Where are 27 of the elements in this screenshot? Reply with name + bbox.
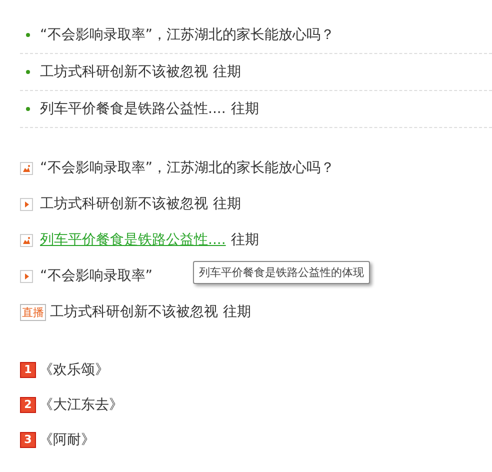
- bullet-icon: [26, 107, 30, 111]
- news-link[interactable]: 工坊式科研创新不该被忽视: [40, 63, 208, 81]
- archive-link[interactable]: 往期: [230, 100, 259, 118]
- news-link[interactable]: “不会影响录取率”，江苏湖北的家长能放心吗？: [40, 159, 335, 177]
- ranking-link[interactable]: 《欢乐颂》: [39, 360, 109, 378]
- ranking-link[interactable]: 《阿耐》: [39, 430, 95, 448]
- image-icon: [20, 162, 33, 174]
- live-badge: 直播: [20, 304, 46, 320]
- tooltip: 列车平价餐食是铁路公益性的体现: [193, 261, 370, 284]
- rank-badge: 3: [20, 432, 36, 448]
- archive-link[interactable]: 往期: [213, 195, 241, 213]
- play-icon: [20, 270, 33, 282]
- archive-link[interactable]: 往期: [223, 303, 251, 321]
- archive-link[interactable]: 往期: [213, 63, 241, 81]
- news-link[interactable]: “不会影响录取率”: [40, 267, 153, 285]
- image-icon: [20, 234, 33, 246]
- news-link[interactable]: 工坊式科研创新不该被忽视: [40, 195, 208, 213]
- rank-badge: 2: [20, 396, 36, 412]
- play-icon: [20, 198, 33, 210]
- news-link[interactable]: “不会影响录取率”，江苏湖北的家长能放心吗？: [40, 26, 335, 44]
- news-link[interactable]: 列车平价餐食是铁路公益性....: [40, 100, 226, 118]
- rank-badge: 1: [20, 362, 36, 378]
- bullet-icon: [26, 33, 30, 37]
- bullet-icon: [26, 70, 30, 74]
- ranking-link[interactable]: 《大江东去》: [39, 396, 123, 414]
- news-link[interactable]: 工坊式科研创新不该被忽视: [50, 303, 218, 321]
- archive-link[interactable]: 往期: [230, 231, 259, 249]
